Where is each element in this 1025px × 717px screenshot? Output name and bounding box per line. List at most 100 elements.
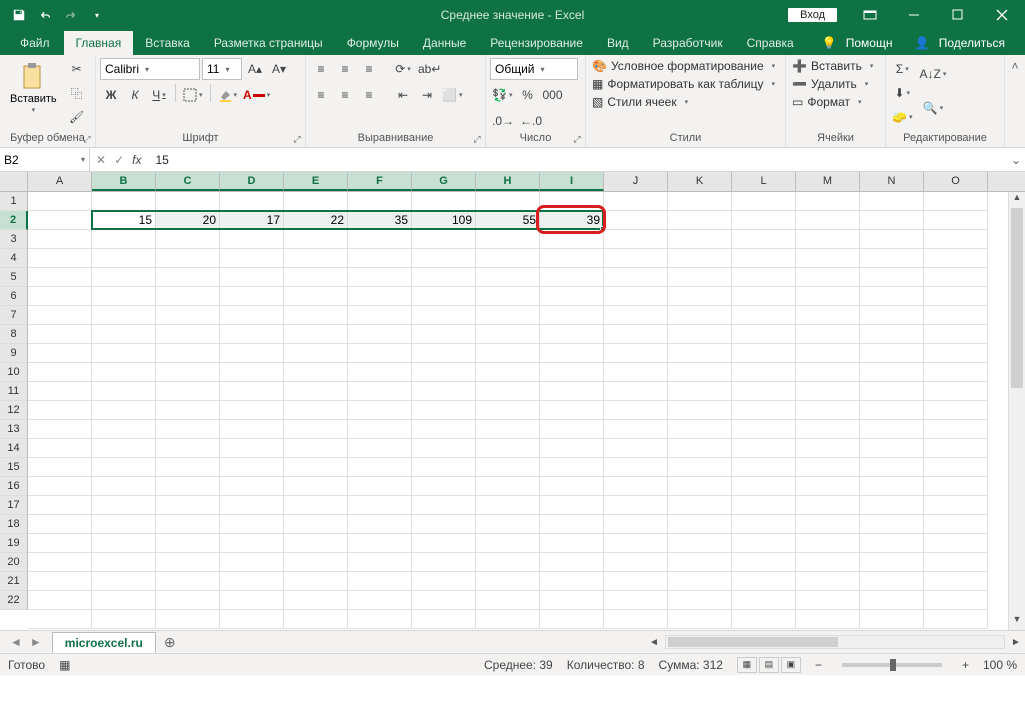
row-header-18[interactable]: 18 (0, 515, 28, 534)
align-center-icon[interactable]: ≡ (334, 84, 356, 106)
hscroll-right-icon[interactable]: ► (1007, 637, 1025, 648)
autosum-icon[interactable]: Σ (890, 58, 914, 80)
name-box[interactable]: B2▾ (0, 148, 90, 171)
undo-icon[interactable] (34, 4, 56, 26)
align-bottom-icon[interactable]: ≡ (358, 58, 380, 80)
cell-D2[interactable]: 17 (220, 211, 284, 230)
zoom-in-icon[interactable]: + (962, 658, 969, 672)
ribbon-options-icon[interactable] (849, 0, 893, 30)
scroll-up-icon[interactable]: ▲ (1009, 192, 1025, 208)
wrap-text-icon[interactable]: ab↵ (416, 58, 443, 80)
sort-filter-icon[interactable]: A↓Z (917, 58, 948, 90)
align-left-icon[interactable]: ≡ (310, 84, 332, 106)
row-header-21[interactable]: 21 (0, 572, 28, 591)
find-select-icon[interactable]: 🔍 (917, 92, 948, 124)
row-header-4[interactable]: 4 (0, 249, 28, 268)
sheet-nav-next-icon[interactable]: ► (30, 635, 42, 649)
delete-cells-button[interactable]: ➖Удалить (790, 76, 870, 92)
accounting-icon[interactable]: 💱 (490, 84, 514, 106)
tab-page-layout[interactable]: Разметка страницы (202, 31, 335, 55)
column-header-N[interactable]: N (860, 172, 924, 191)
font-color-icon[interactable]: А (241, 84, 272, 106)
hscroll-thumb[interactable] (668, 637, 838, 647)
qat-customize-icon[interactable]: ▾ (86, 4, 108, 26)
percent-icon[interactable]: % (516, 84, 538, 106)
copy-icon[interactable]: ⿻ (66, 82, 88, 104)
column-header-M[interactable]: M (796, 172, 860, 191)
row-header-17[interactable]: 17 (0, 496, 28, 515)
view-page-break-icon[interactable]: ▣ (781, 657, 801, 673)
add-sheet-icon[interactable]: ⊕ (156, 634, 184, 651)
column-header-J[interactable]: J (604, 172, 668, 191)
scroll-down-icon[interactable]: ▼ (1009, 614, 1025, 630)
cells-area[interactable]: 15201722351095539 (28, 192, 1025, 610)
select-all-corner[interactable] (0, 172, 28, 191)
tab-file[interactable]: Файл (8, 31, 62, 55)
cell-E2[interactable]: 22 (284, 211, 348, 230)
italic-button[interactable]: К (124, 84, 146, 106)
alignment-launcher-icon[interactable]: ⤢ (471, 133, 483, 145)
horizontal-scrollbar[interactable]: ◄ ► (645, 631, 1025, 653)
row-header-12[interactable]: 12 (0, 401, 28, 420)
view-page-layout-icon[interactable]: ▤ (759, 657, 779, 673)
font-size-select[interactable]: 11▾ (202, 58, 242, 80)
cell-H2[interactable]: 55 (476, 211, 540, 230)
row-header-15[interactable]: 15 (0, 458, 28, 477)
cut-icon[interactable]: ✂ (66, 58, 88, 80)
fx-icon[interactable]: fx (132, 153, 141, 167)
fill-color-icon[interactable] (216, 84, 240, 106)
column-header-A[interactable]: A (28, 172, 92, 191)
vertical-scrollbar[interactable]: ▲ ▼ (1008, 192, 1025, 630)
row-header-7[interactable]: 7 (0, 306, 28, 325)
column-header-C[interactable]: C (156, 172, 220, 191)
font-launcher-icon[interactable]: ⤢ (291, 133, 303, 145)
cell-C2[interactable]: 20 (156, 211, 220, 230)
formula-bar[interactable]: 15 (147, 153, 1010, 167)
align-right-icon[interactable]: ≡ (358, 84, 380, 106)
format-cells-button[interactable]: ▭Формат (790, 94, 864, 110)
tab-data[interactable]: Данные (411, 31, 478, 55)
column-header-D[interactable]: D (220, 172, 284, 191)
row-header-10[interactable]: 10 (0, 363, 28, 382)
column-header-H[interactable]: H (476, 172, 540, 191)
sheet-nav-prev-icon[interactable]: ◄ (10, 635, 22, 649)
borders-icon[interactable] (181, 84, 205, 106)
row-header-1[interactable]: 1 (0, 192, 28, 211)
paste-button[interactable]: Вставить ▾ (4, 58, 63, 118)
tab-view[interactable]: Вид (595, 31, 641, 55)
decrease-font-icon[interactable]: A▾ (268, 58, 290, 80)
format-painter-icon[interactable]: 🖌 (66, 106, 88, 128)
cell-F2[interactable]: 35 (348, 211, 412, 230)
font-name-select[interactable]: Calibri▾ (100, 58, 200, 80)
row-header-14[interactable]: 14 (0, 439, 28, 458)
column-header-I[interactable]: I (540, 172, 604, 191)
align-middle-icon[interactable]: ≡ (334, 58, 356, 80)
zoom-level[interactable]: 100 % (983, 658, 1017, 672)
bold-button[interactable]: Ж (100, 84, 122, 106)
clipboard-launcher-icon[interactable]: ⤢ (81, 133, 93, 145)
row-header-19[interactable]: 19 (0, 534, 28, 553)
cell-G2[interactable]: 109 (412, 211, 476, 230)
zoom-slider[interactable] (842, 663, 942, 667)
column-header-B[interactable]: B (92, 172, 156, 191)
row-header-9[interactable]: 9 (0, 344, 28, 363)
cell-I2[interactable]: 39 (540, 211, 604, 230)
format-as-table-button[interactable]: ▦Форматировать как таблицу (590, 76, 777, 92)
increase-indent-icon[interactable]: ⇥ (416, 84, 438, 106)
tell-me-button[interactable]: 💡 Помощн (815, 32, 904, 54)
expand-formula-bar-icon[interactable]: ⌄ (1011, 153, 1025, 167)
cancel-formula-icon[interactable]: ✕ (96, 153, 106, 167)
tab-review[interactable]: Рецензирование (478, 31, 595, 55)
tab-help[interactable]: Справка (735, 31, 806, 55)
tab-home[interactable]: Главная (64, 31, 134, 55)
align-top-icon[interactable]: ≡ (310, 58, 332, 80)
row-header-20[interactable]: 20 (0, 553, 28, 572)
conditional-formatting-button[interactable]: 🎨Условное форматирование (590, 58, 777, 74)
decrease-indent-icon[interactable]: ⇤ (392, 84, 414, 106)
comma-icon[interactable]: 000 (540, 84, 564, 106)
column-header-L[interactable]: L (732, 172, 796, 191)
row-header-2[interactable]: 2 (0, 211, 28, 230)
minimize-icon[interactable] (893, 0, 937, 30)
macro-record-icon[interactable]: ▦ (59, 658, 70, 672)
save-icon[interactable] (8, 4, 30, 26)
